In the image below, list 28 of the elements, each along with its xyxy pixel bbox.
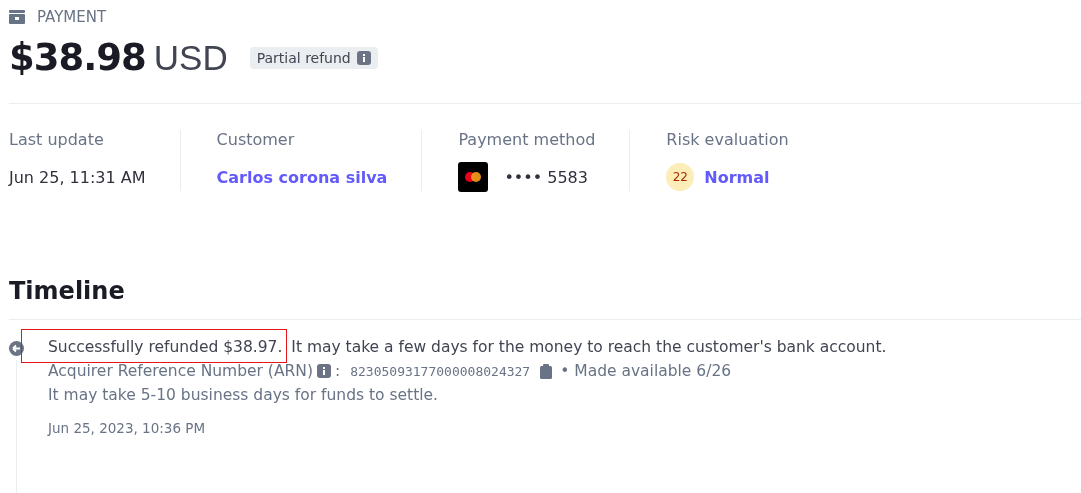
risk-score: 22 <box>666 163 695 191</box>
event-time: Jun 25, 2023, 10:36 PM <box>48 420 207 436</box>
card-number: •••• 5583 <box>504 167 588 187</box>
event-message: It may take a few days for the money to reach the customer's bank account. <box>291 338 887 356</box>
section-label: PAYMENT <box>37 8 107 26</box>
availability-text: • Made available 6/26 <box>560 362 732 380</box>
risk-link[interactable]: Normal <box>704 167 770 187</box>
clipboard-icon[interactable] <box>540 363 553 379</box>
status-badge: Partial refund <box>249 46 378 69</box>
section-title: Timeline <box>9 277 126 305</box>
arn-separator: : <box>334 362 341 380</box>
amount: $38.98 <box>9 36 146 79</box>
settlement-note: It may take 5-10 business days for funds to settle. <box>48 386 440 404</box>
summary-value: Jun 25, 11:31 AM <box>9 167 146 187</box>
card-brand-icon <box>458 162 489 192</box>
summary-label: Payment method <box>458 130 596 149</box>
summary-label: Customer <box>216 130 296 149</box>
info-icon[interactable] <box>316 364 331 378</box>
wallet-icon <box>9 10 25 24</box>
highlighted-text: Successfully refunded $38.97. <box>22 330 287 362</box>
arn-number: 82305093177000008024327 <box>350 363 531 379</box>
customer-link[interactable]: Carlos corona silva <box>216 167 388 187</box>
arn-label: Acquirer Reference Number (ARN) <box>48 362 313 380</box>
currency: USD <box>153 37 228 78</box>
refund-icon <box>9 341 24 356</box>
info-icon[interactable] <box>356 50 371 65</box>
summary-label: Risk evaluation <box>666 130 789 149</box>
summary-label: Last update <box>9 130 105 149</box>
